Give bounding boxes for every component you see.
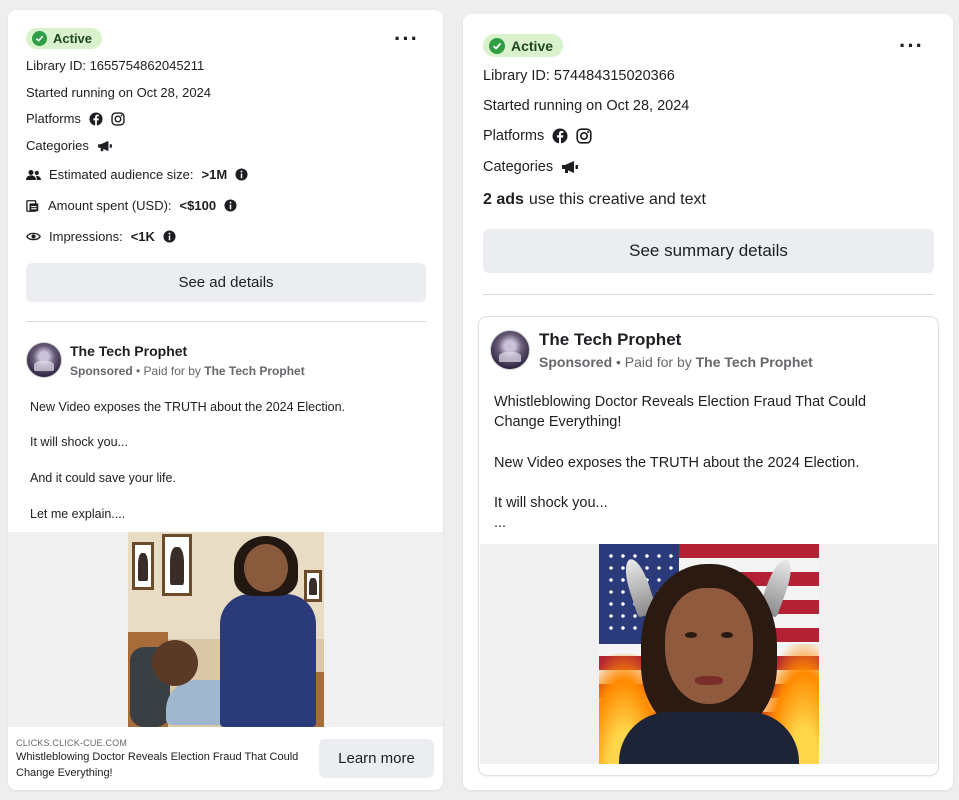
sponsored-label: Sponsored [70,364,133,378]
audience-value: >1M [201,167,228,182]
audience-row: Estimated audience size: >1M [26,167,248,182]
ad-body-line: And it could save your life. [30,471,176,485]
money-icon [26,199,40,213]
status-badge-left: Active [26,28,103,49]
status-label: Active [511,37,554,54]
ad-body-line: ... [494,515,507,531]
facebook-icon [552,128,568,144]
status-label: Active [53,31,93,46]
ads-count: 2 ads [483,191,524,208]
megaphone-icon [561,160,579,174]
sponsored-label: Sponsored [539,354,613,370]
more-options-icon[interactable]: ··· [394,28,419,50]
categories-row: Categories [26,138,113,153]
ads-count-row: 2 ads use this creative and text [483,191,706,209]
impressions-label: Impressions: [49,229,123,244]
spent-label: Amount spent (USD): [48,198,172,213]
sponsored-line: Sponsored • Paid for by The Tech Prophet [539,354,813,370]
platforms-label: Platforms [483,128,545,144]
platforms-row: Platforms [483,128,592,144]
impressions-row: Impressions: <1K [26,229,176,244]
start-date-text: Started running on Oct 28, 2024 [26,85,212,100]
library-id: Library ID: 1655754862045211 [26,58,204,73]
check-circle-icon [489,37,505,54]
spent-value: <$100 [179,198,217,213]
categories-label: Categories [26,138,89,153]
ads-count-text: use this creative and text [528,191,706,208]
ad-image-portrait[interactable] [599,544,819,764]
ad-body-line: Change Everything! [494,414,622,430]
see-summary-details-label: See summary details [629,241,788,260]
library-id: Library ID: 574484315020366 [483,68,675,84]
paid-for-name: The Tech Prophet [695,354,813,370]
instagram-icon [576,128,592,144]
paid-for-name: The Tech Prophet [204,364,305,378]
platforms-row: Platforms [26,111,125,126]
ad-body-line: New Video exposes the TRUTH about the 20… [494,455,860,471]
link-headline[interactable]: Whistleblowing Doctor Reveals Election F… [16,749,298,781]
spent-row: Amount spent (USD): <$100 [26,198,237,213]
info-icon[interactable] [224,199,237,212]
people-icon [26,169,41,181]
divider [26,321,426,322]
ad-image-dentist[interactable] [128,532,324,727]
learn-more-button[interactable]: Learn more [319,739,434,778]
advertiser-name[interactable]: The Tech Prophet [70,343,187,359]
status-badge-right: Active [483,34,564,57]
info-icon[interactable] [163,230,176,243]
paid-for-label: • Paid for by [136,364,201,378]
paid-for-label: • Paid for by [616,354,692,370]
ad-body-line: It will shock you... [494,495,608,511]
ad-body-line: Whistleblowing Doctor Reveals Election F… [494,394,867,410]
ad-body-line: Let me explain.... [30,507,126,521]
start-date-text: Started running on Oct 28, 2024 [483,98,690,114]
categories-label: Categories [483,159,554,175]
start-date: Started running on Oct 28, 2024 [483,98,689,114]
start-date: Started running on Oct 28, 2024 [26,85,211,100]
advertiser-avatar[interactable] [26,342,62,378]
link-headline-line: Whistleblowing Doctor Reveals Election F… [16,751,299,763]
see-ad-details-button[interactable]: See ad details [26,263,426,302]
facebook-icon [89,111,103,126]
library-id-text: Library ID: 574484315020366 [483,68,675,84]
ad-body-line: It will shock you... [30,435,128,449]
learn-more-label: Learn more [338,750,415,767]
see-ad-details-label: See ad details [178,274,274,291]
see-summary-details-button[interactable]: See summary details [483,229,934,273]
info-icon[interactable] [235,168,248,181]
advertiser-name[interactable]: The Tech Prophet [539,330,681,350]
more-options-icon[interactable]: ··· [899,35,924,57]
platforms-label: Platforms [26,111,81,126]
link-domain: CLICKS.CLICK-CUE.COM [16,738,128,748]
library-id-text: Library ID: 1655754862045211 [26,58,205,73]
link-headline-line: Change Everything! [16,767,113,779]
instagram-icon [111,111,125,126]
categories-row: Categories [483,159,579,175]
divider [483,294,934,295]
ad-body-line: New Video exposes the TRUTH about the 20… [30,400,346,414]
eye-icon [26,231,41,242]
sponsored-line: Sponsored • Paid for by The Tech Prophet [70,364,305,378]
check-circle-icon [32,31,47,46]
advertiser-avatar[interactable] [490,330,530,370]
megaphone-icon [97,140,113,152]
audience-label: Estimated audience size: [49,167,194,182]
impressions-value: <1K [130,229,155,244]
